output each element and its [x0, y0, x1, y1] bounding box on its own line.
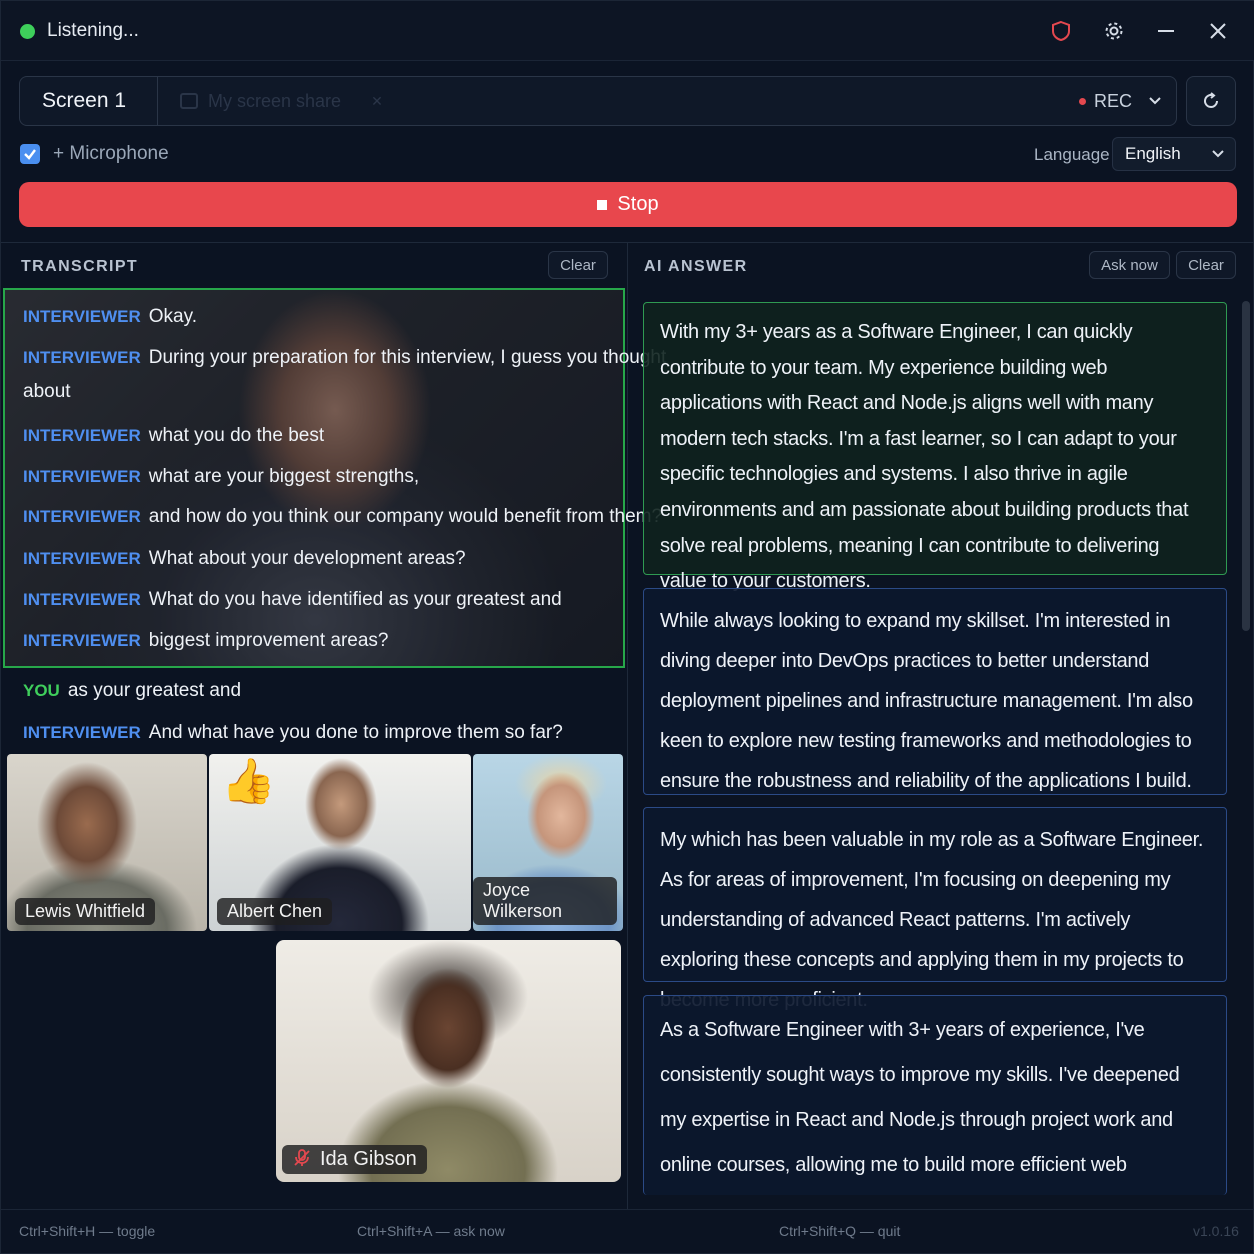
line-text: And what have you done to improve them s… [148, 722, 563, 743]
answer-card: My which has been valuable in my role as… [643, 807, 1227, 1011]
line-text: and how do you think our company would b… [148, 506, 663, 527]
line-text: What about your development areas? [148, 548, 466, 569]
transcript-line: INTERVIEWER biggest improvement areas? [23, 623, 389, 659]
muted-mic-icon [294, 1149, 310, 1166]
reaction-emoji: 👍 [221, 757, 276, 806]
remove-share-icon[interactable]: ✕ [371, 93, 383, 110]
participant-name: Lewis Whitfield [15, 898, 156, 925]
line-text: During your preparation for this intervi… [148, 347, 667, 368]
line-text: Okay. [148, 306, 197, 327]
footer: Ctrl+Shift+H — toggle Ctrl+Shift+A — ask… [1, 1209, 1254, 1254]
transcript-line: INTERVIEWER and how do you think our comp… [23, 499, 662, 535]
gear-icon[interactable] [1098, 15, 1130, 47]
speaker-label: INTERVIEWER [23, 348, 141, 367]
transcript-line: YOU as your greatest and [23, 673, 241, 709]
title-bar: Listening... [1, 1, 1254, 61]
participant-tile[interactable]: Joyce Wilkerson [473, 754, 623, 931]
transcript-line: INTERVIEWER What about your development a… [23, 541, 466, 577]
column-divider [627, 243, 628, 1209]
chevron-down-icon [1212, 150, 1224, 158]
screen-select[interactable]: Screen 1 [20, 77, 158, 125]
line-text: as your greatest and [67, 680, 242, 701]
line-text: what are your biggest strengths, [148, 466, 420, 487]
transcript-line: INTERVIEWER what are your biggest strengt… [23, 459, 419, 495]
screen-icon [180, 93, 198, 109]
transcript-line: INTERVIEWER And what have you done to imp… [23, 715, 563, 751]
microphone-label[interactable]: + Microphone [53, 143, 169, 165]
ai-answer-title: AI ANSWER [644, 258, 748, 275]
transcript-line: INTERVIEWER what you do the best [23, 418, 324, 454]
speaker-label: INTERVIEWER [23, 723, 141, 742]
transcript-line: INTERVIEWER Okay. [23, 299, 197, 335]
status-indicator [20, 24, 35, 39]
transcript-line: about [23, 374, 71, 410]
line-text: about [23, 381, 71, 402]
participant-name: Ida Gibson [320, 1148, 417, 1170]
participant-name: Joyce Wilkerson [473, 877, 617, 925]
close-icon[interactable] [1202, 15, 1234, 47]
rec-dot-icon [1078, 97, 1086, 105]
screen-share-label: My screen share [208, 90, 342, 111]
ask-now-button[interactable]: Ask now [1089, 251, 1170, 279]
version-label: v1.0.16 [1193, 1223, 1239, 1239]
answer-card: While always looking to expand my skills… [643, 588, 1227, 795]
language-label: Language [1034, 145, 1110, 164]
stop-icon [597, 199, 608, 210]
rec-label: REC [1093, 90, 1132, 111]
answer-card: With my 3+ years as a Software Engineer,… [643, 302, 1227, 592]
app-window: Listening... Screen 1 My screen share ✕ … [0, 0, 1254, 1254]
rec-dropdown[interactable]: REC [1078, 89, 1162, 113]
speaker-label: INTERVIEWER [23, 590, 141, 609]
answer-card: As a Software Engineer with 3+ years of … [643, 995, 1227, 1195]
answers-scrollbar[interactable] [1242, 301, 1250, 631]
language-value: English [1125, 144, 1181, 163]
stop-button[interactable]: Stop [19, 182, 1237, 227]
shield-icon[interactable] [1045, 15, 1077, 47]
stop-label: Stop [617, 193, 659, 215]
line-text: What do you have identified as your grea… [148, 589, 562, 610]
speaker-label: INTERVIEWER [23, 307, 141, 326]
participant-tile[interactable]: Lewis Whitfield [7, 754, 207, 931]
participant-tile[interactable]: Ida Gibson [276, 940, 621, 1182]
participant-name-badge: Ida Gibson [282, 1145, 427, 1174]
microphone-checkbox[interactable] [20, 144, 40, 164]
status-text: Listening... [47, 20, 139, 41]
transcript-clear-button[interactable]: Clear [548, 251, 608, 279]
language-select[interactable]: English [1112, 137, 1236, 171]
line-text: what you do the best [148, 425, 325, 446]
source-bar: Screen 1 My screen share ✕ REC [19, 76, 1177, 126]
speaker-label: INTERVIEWER [23, 631, 141, 650]
speaker-label-you: YOU [23, 681, 60, 700]
checkmark-icon [24, 149, 36, 160]
hint-toggle: Ctrl+Shift+H — toggle [19, 1223, 156, 1239]
hint-quit: Ctrl+Shift+Q — quit [779, 1223, 901, 1239]
screen-share-chip: My screen share ✕ [180, 89, 383, 113]
speaker-label: INTERVIEWER [23, 507, 141, 526]
line-text: biggest improvement areas? [148, 630, 389, 651]
transcript-line: INTERVIEWER What do you have identified a… [23, 582, 562, 618]
refresh-button[interactable] [1186, 76, 1236, 126]
speaker-label: INTERVIEWER [23, 549, 141, 568]
speaker-label: INTERVIEWER [23, 426, 141, 445]
ai-clear-button[interactable]: Clear [1176, 251, 1236, 279]
hint-ask: Ctrl+Shift+A — ask now [357, 1223, 505, 1239]
refresh-icon [1204, 92, 1218, 108]
chevron-down-icon [1149, 97, 1161, 105]
transcript-title: TRANSCRIPT [21, 258, 139, 275]
transcript-line: INTERVIEWER During your preparation for t… [23, 340, 666, 376]
speaker-label: INTERVIEWER [23, 467, 141, 486]
minimize-icon[interactable] [1150, 15, 1182, 47]
participant-name: Albert Chen [217, 898, 333, 925]
